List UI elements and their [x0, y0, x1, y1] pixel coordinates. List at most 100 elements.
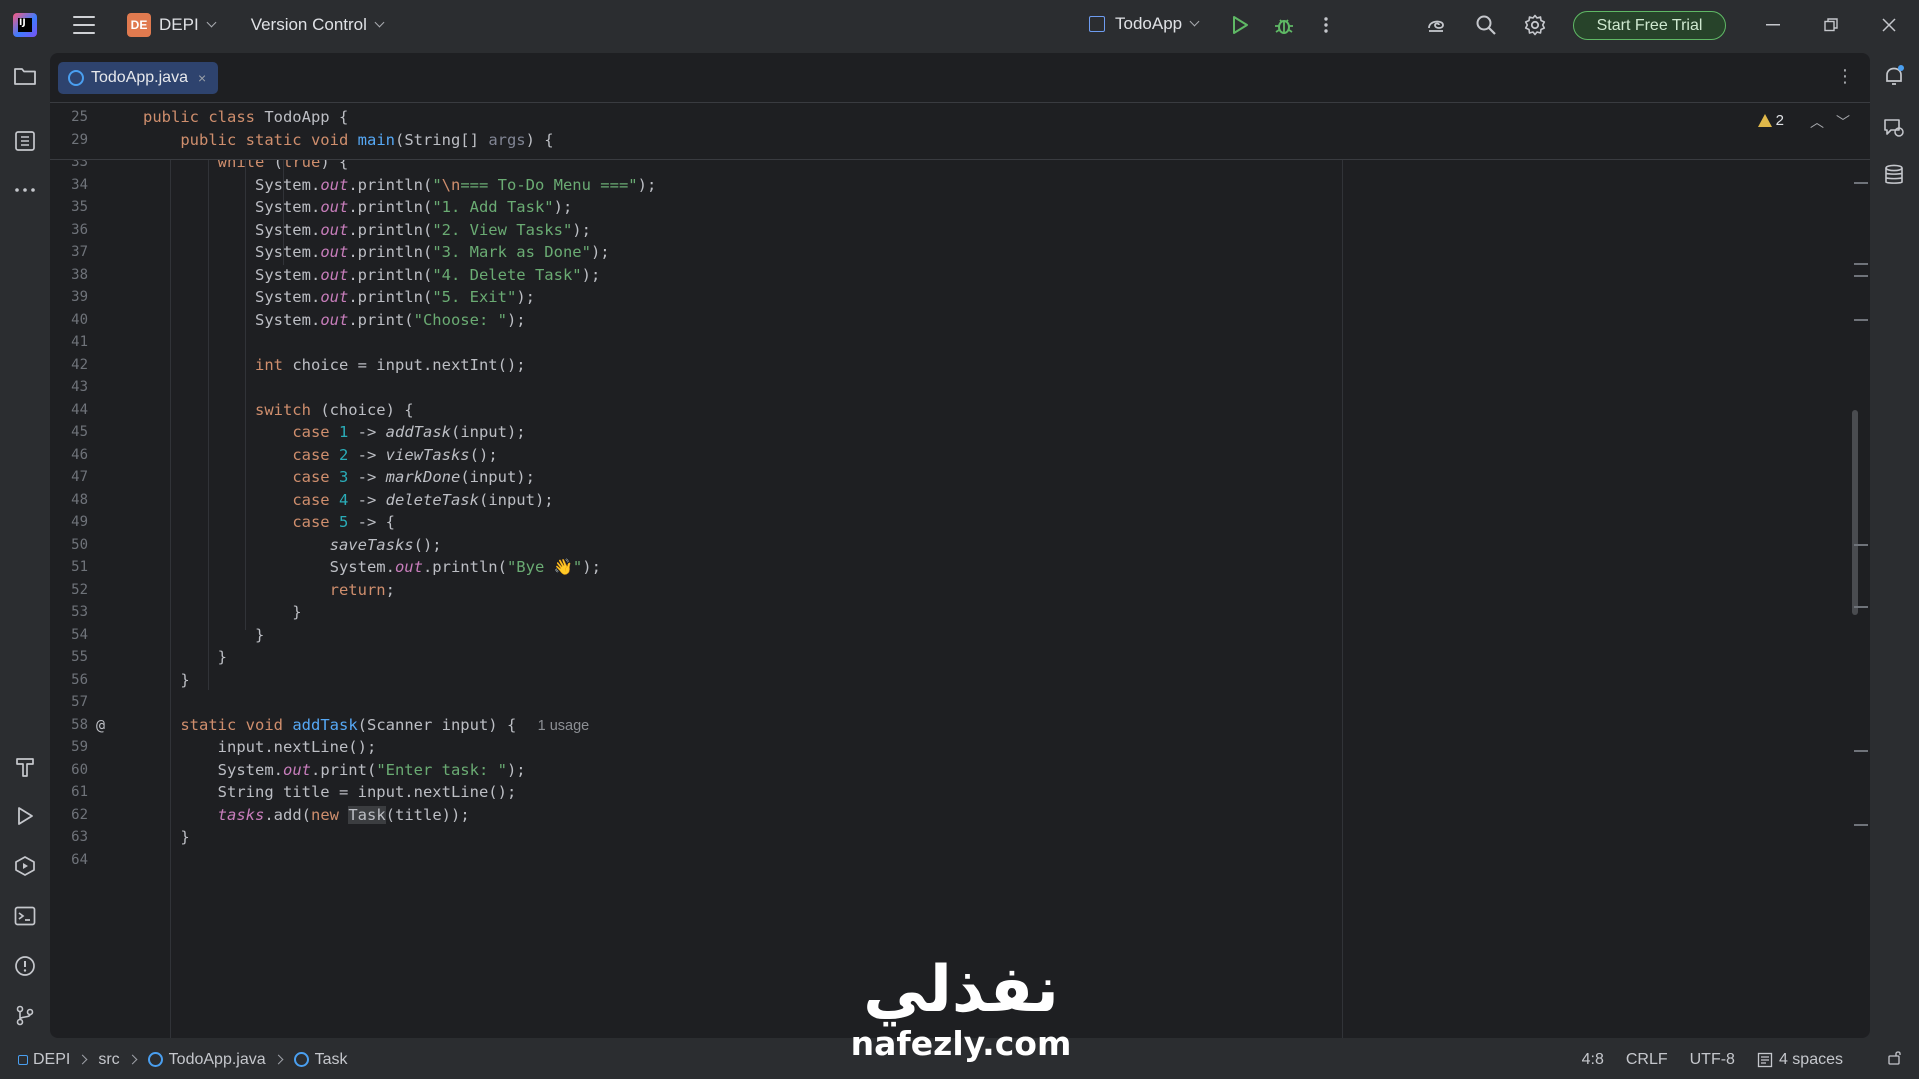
notifications-bell-icon[interactable]	[1882, 64, 1906, 88]
file-encoding[interactable]: UTF-8	[1690, 1051, 1735, 1069]
code-line[interactable]: 56 }	[50, 669, 1850, 692]
code-line[interactable]: 63 }	[50, 826, 1850, 849]
line-number[interactable]: 40	[50, 309, 88, 332]
code-line[interactable]: 58 @ static void addTask(Scanner input) {…	[50, 714, 1850, 737]
error-stripe-mark[interactable]	[1854, 182, 1868, 184]
breadcrumb-item[interactable]: DEPI	[18, 1051, 70, 1069]
line-number[interactable]: 35	[50, 196, 88, 219]
line-number[interactable]: 44	[50, 399, 88, 422]
code-line[interactable]: 55 }	[50, 646, 1850, 669]
line-number[interactable]: 42	[50, 354, 88, 377]
line-number[interactable]: 53	[50, 601, 88, 624]
ai-assistant-icon[interactable]	[1424, 13, 1448, 37]
caret-position[interactable]: 4:8	[1582, 1051, 1604, 1069]
code-line[interactable]: 52 return;	[50, 579, 1850, 602]
line-number[interactable]: 43	[50, 376, 88, 399]
breadcrumb-item[interactable]: TodoApp.java	[147, 1051, 266, 1069]
project-folder-icon[interactable]	[13, 64, 37, 88]
code-line[interactable]: 29 public static void main(String[] args…	[50, 129, 1850, 152]
line-number[interactable]: 47	[50, 466, 88, 489]
git-branch-icon[interactable]	[13, 1003, 37, 1027]
line-number[interactable]: 25	[50, 106, 88, 129]
code-line[interactable]: 59 input.nextLine();	[50, 736, 1850, 759]
run-icon[interactable]	[1228, 13, 1252, 37]
breadcrumb-item[interactable]: Task	[293, 1051, 348, 1069]
code-editor[interactable]: 25 public class TodoApp {29 public static…	[50, 104, 1870, 1038]
next-highlight-icon[interactable]: ﹀	[1836, 112, 1850, 132]
vertical-scrollbar[interactable]	[1852, 410, 1858, 615]
line-number[interactable]: 59	[50, 736, 88, 759]
line-number[interactable]: 50	[50, 534, 88, 557]
line-number[interactable]: 55	[50, 646, 88, 669]
code-line[interactable]: 25 public class TodoApp {	[50, 106, 1850, 129]
main-menu-icon[interactable]	[73, 16, 95, 34]
line-number[interactable]: 63	[50, 826, 88, 849]
line-separator[interactable]: CRLF	[1626, 1051, 1668, 1069]
code-line[interactable]: 39 System.out.println("5. Exit");	[50, 286, 1850, 309]
line-number[interactable]: 54	[50, 624, 88, 647]
error-stripe-mark[interactable]	[1854, 606, 1868, 608]
tab-todoapp-java[interactable]: TodoApp.java ×	[58, 62, 219, 94]
code-line[interactable]: 60 System.out.print("Enter task: ");	[50, 759, 1850, 782]
code-line[interactable]: 61 String title = input.nextLine();	[50, 781, 1850, 804]
code-line[interactable]: 41	[50, 331, 1850, 354]
line-number[interactable]: 61	[50, 781, 88, 804]
code-line[interactable]: 43	[50, 376, 1850, 399]
line-number[interactable]: 57	[50, 691, 88, 714]
error-stripe-mark[interactable]	[1854, 824, 1868, 826]
line-number[interactable]: 41	[50, 331, 88, 354]
indent-settings[interactable]: 4 spaces	[1757, 1051, 1865, 1069]
line-number[interactable]: 29	[50, 129, 88, 152]
code-line[interactable]: 44 switch (choice) {	[50, 399, 1850, 422]
line-number[interactable]: 58	[50, 714, 88, 737]
tab-close-icon[interactable]: ×	[198, 70, 206, 86]
line-number[interactable]: 39	[50, 286, 88, 309]
line-number[interactable]: 45	[50, 421, 88, 444]
code-line[interactable]: 54 }	[50, 624, 1850, 647]
error-stripe-mark[interactable]	[1854, 275, 1868, 277]
code-line[interactable]: 50 saveTasks();	[50, 534, 1850, 557]
breadcrumb-item[interactable]: src	[98, 1051, 119, 1069]
project-switcher[interactable]: DE DEPI	[127, 13, 217, 37]
terminal-icon[interactable]	[13, 904, 37, 928]
line-number[interactable]: 64	[50, 849, 88, 872]
debug-icon[interactable]	[1272, 13, 1296, 37]
read-only-lock-icon[interactable]	[1887, 1049, 1903, 1070]
code-line[interactable]: 53 }	[50, 601, 1850, 624]
code-line[interactable]: 57	[50, 691, 1850, 714]
line-number[interactable]: 38	[50, 264, 88, 287]
services-icon[interactable]	[13, 854, 37, 878]
code-line[interactable]: 40 System.out.print("Choose: ");	[50, 309, 1850, 332]
code-line[interactable]: 48 case 4 -> deleteTask(input);	[50, 489, 1850, 512]
code-line[interactable]: 46 case 2 -> viewTasks();	[50, 444, 1850, 467]
error-stripe-mark[interactable]	[1854, 319, 1868, 321]
override-gutter-icon[interactable]: @	[96, 714, 105, 737]
code-line[interactable]: 64	[50, 849, 1850, 872]
problems-icon[interactable]	[13, 954, 37, 978]
code-line[interactable]: 34 System.out.println("\n=== To-Do Menu …	[50, 174, 1850, 197]
line-number[interactable]: 60	[50, 759, 88, 782]
line-number[interactable]: 36	[50, 219, 88, 242]
restore-icon[interactable]	[1818, 13, 1844, 37]
error-stripe-mark[interactable]	[1854, 750, 1868, 752]
more-tool-windows-icon[interactable]	[13, 178, 37, 202]
previous-highlight-icon[interactable]: ︿	[1810, 112, 1824, 132]
code-line[interactable]: 47 case 3 -> markDone(input);	[50, 466, 1850, 489]
code-line[interactable]: 38 System.out.println("4. Delete Task");	[50, 264, 1850, 287]
line-number[interactable]: 46	[50, 444, 88, 467]
code-line[interactable]: 42 int choice = input.nextInt();	[50, 354, 1850, 377]
code-line[interactable]: 49 case 5 -> {	[50, 511, 1850, 534]
line-number[interactable]: 37	[50, 241, 88, 264]
line-number[interactable]: 52	[50, 579, 88, 602]
ai-chat-icon[interactable]	[1882, 116, 1906, 140]
start-free-trial-button[interactable]: Start Free Trial	[1573, 11, 1726, 40]
minimize-icon[interactable]	[1760, 13, 1786, 37]
inspection-warnings[interactable]: 2	[1757, 112, 1784, 129]
more-actions-icon[interactable]	[1314, 13, 1338, 37]
code-line[interactable]: 62 tasks.add(new Task(title));	[50, 804, 1850, 827]
line-number[interactable]: 49	[50, 511, 88, 534]
error-stripe-mark[interactable]	[1854, 544, 1868, 546]
tabs-more-icon[interactable]: ⋮	[1836, 67, 1854, 85]
code-line[interactable]: 45 case 1 -> addTask(input);	[50, 421, 1850, 444]
code-line[interactable]: 35 System.out.println("1. Add Task");	[50, 196, 1850, 219]
